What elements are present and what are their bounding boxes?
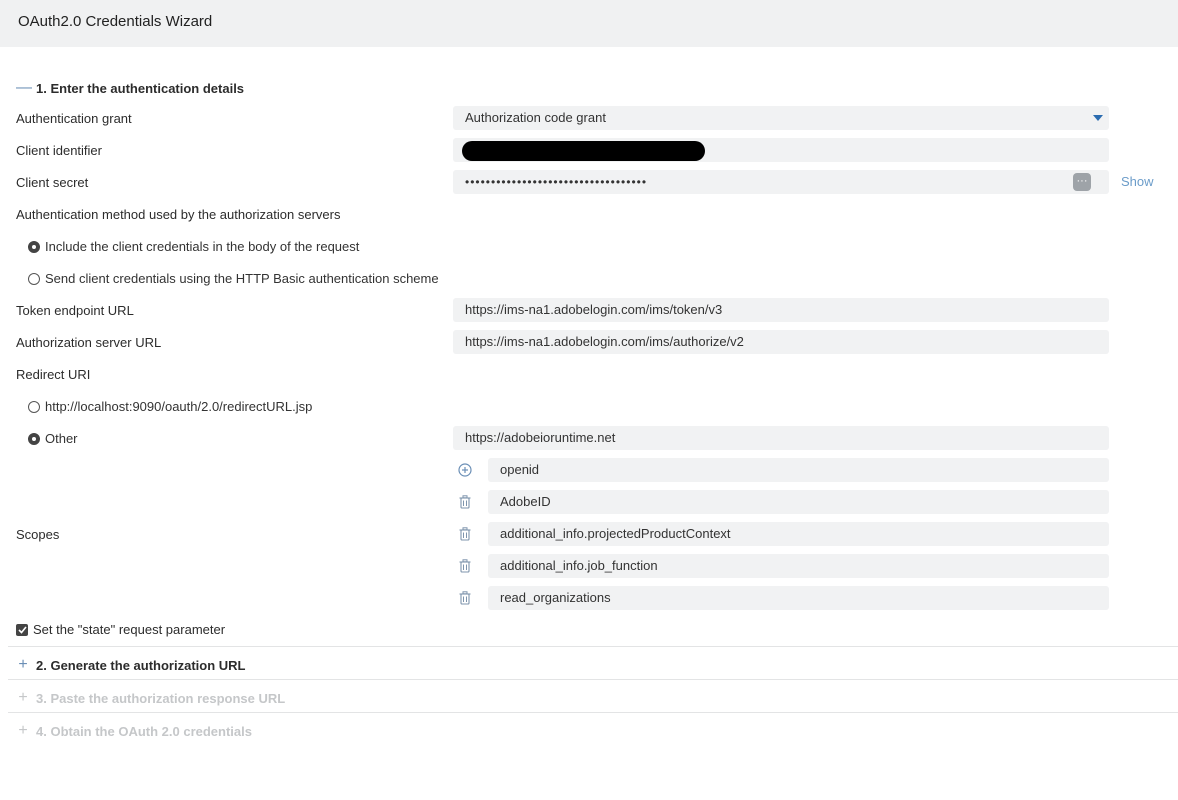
- add-scope-icon[interactable]: [457, 462, 473, 478]
- client-secret-field[interactable]: ••••••••••••••••••••••••••••••••••• ···: [453, 170, 1109, 194]
- trash-icon[interactable]: [457, 590, 473, 606]
- scope-value: read_organizations: [500, 590, 611, 605]
- checkbox-checked[interactable]: [16, 623, 28, 636]
- trash-icon[interactable]: [457, 526, 473, 542]
- client-id-label: Client identifier: [16, 143, 102, 158]
- section-1-header[interactable]: — 1. Enter the authentication details: [16, 79, 244, 97]
- section-4-label: 4. Obtain the OAuth 2.0 credentials: [36, 723, 252, 739]
- auth-server-value: https://ims-na1.adobelogin.com/ims/autho…: [465, 334, 744, 349]
- state-param-checkbox-row[interactable]: Set the "state" request parameter: [16, 622, 225, 637]
- auth-method-option-basic[interactable]: Send client credentials using the HTTP B…: [28, 271, 439, 286]
- scope-value: AdobeID: [500, 494, 551, 509]
- auth-method-option-basic-label: Send client credentials using the HTTP B…: [45, 271, 439, 286]
- section-4-header: + 4. Obtain the OAuth 2.0 credentials: [16, 722, 252, 740]
- collapse-icon: —: [16, 79, 32, 96]
- radio-unchecked[interactable]: [28, 272, 40, 285]
- password-manager-icon[interactable]: ···: [1073, 173, 1091, 191]
- section-3-header: + 3. Paste the authorization response UR…: [16, 689, 285, 707]
- redirect-option-other-label: Other: [45, 431, 78, 446]
- client-secret-label: Client secret: [16, 175, 89, 190]
- auth-grant-select[interactable]: Authorization code grant: [453, 106, 1109, 130]
- section-3-label: 3. Paste the authorization response URL: [36, 690, 286, 706]
- redirect-other-value: https://adobeioruntime.net: [465, 430, 616, 445]
- auth-method-option-body-label: Include the client credentials in the bo…: [45, 239, 360, 254]
- chevron-down-icon[interactable]: [1093, 115, 1103, 121]
- auth-method-option-body[interactable]: Include the client credentials in the bo…: [28, 239, 359, 254]
- token-endpoint-value: https://ims-na1.adobelogin.com/ims/token…: [465, 302, 723, 317]
- redirect-option-other[interactable]: Other: [28, 431, 78, 446]
- window-title: OAuth2.0 Credentials Wizard: [18, 13, 213, 30]
- scope-field[interactable]: additional_info.projectedProductContext: [488, 522, 1109, 546]
- section-2-header[interactable]: + 2. Generate the authorization URL: [16, 656, 245, 674]
- section-divider: [8, 712, 1178, 713]
- expand-icon: +: [18, 689, 28, 706]
- token-endpoint-field[interactable]: https://ims-na1.adobelogin.com/ims/token…: [453, 298, 1109, 322]
- expand-icon: +: [18, 722, 28, 739]
- redirect-other-field[interactable]: https://adobeioruntime.net: [453, 426, 1109, 450]
- radio-unchecked[interactable]: [28, 400, 40, 413]
- radio-checked[interactable]: [28, 432, 40, 445]
- auth-method-label: Authentication method used by the author…: [16, 207, 341, 222]
- section-2-label: 2. Generate the authorization URL: [36, 657, 246, 673]
- trash-icon[interactable]: [457, 494, 473, 510]
- section-divider: [8, 679, 1178, 680]
- scope-field[interactable]: additional_info.job_function: [488, 554, 1109, 578]
- scope-value: openid: [500, 462, 540, 477]
- state-param-label: Set the "state" request parameter: [33, 622, 226, 637]
- auth-grant-value: Authorization code grant: [465, 110, 606, 125]
- scope-value: additional_info.projectedProductContext: [500, 526, 731, 541]
- redirect-option-localhost-label: http://localhost:9090/oauth/2.0/redirect…: [45, 399, 313, 414]
- scope-field[interactable]: openid: [488, 458, 1109, 482]
- auth-server-field[interactable]: https://ims-na1.adobelogin.com/ims/autho…: [453, 330, 1109, 354]
- scope-value: additional_info.job_function: [500, 558, 658, 573]
- redirect-uri-label: Redirect URI: [16, 367, 91, 382]
- scopes-label: Scopes: [16, 527, 60, 542]
- radio-checked[interactable]: [28, 240, 40, 253]
- section-divider: [8, 646, 1178, 647]
- auth-server-label: Authorization server URL: [16, 335, 162, 350]
- token-endpoint-label: Token endpoint URL: [16, 303, 134, 318]
- client-id-redacted-value: [462, 141, 705, 161]
- scope-field[interactable]: read_organizations: [488, 586, 1109, 610]
- wizard-header: OAuth2.0 Credentials Wizard: [0, 0, 1178, 47]
- show-secret-link[interactable]: Show: [1121, 174, 1154, 189]
- client-secret-value: •••••••••••••••••••••••••••••••••••: [465, 175, 648, 189]
- scope-field[interactable]: AdobeID: [488, 490, 1109, 514]
- trash-icon[interactable]: [457, 558, 473, 574]
- auth-grant-label: Authentication grant: [16, 111, 132, 126]
- expand-icon: +: [18, 656, 28, 673]
- section-1-label: 1. Enter the authentication details: [36, 80, 245, 96]
- redirect-option-localhost[interactable]: http://localhost:9090/oauth/2.0/redirect…: [28, 399, 312, 414]
